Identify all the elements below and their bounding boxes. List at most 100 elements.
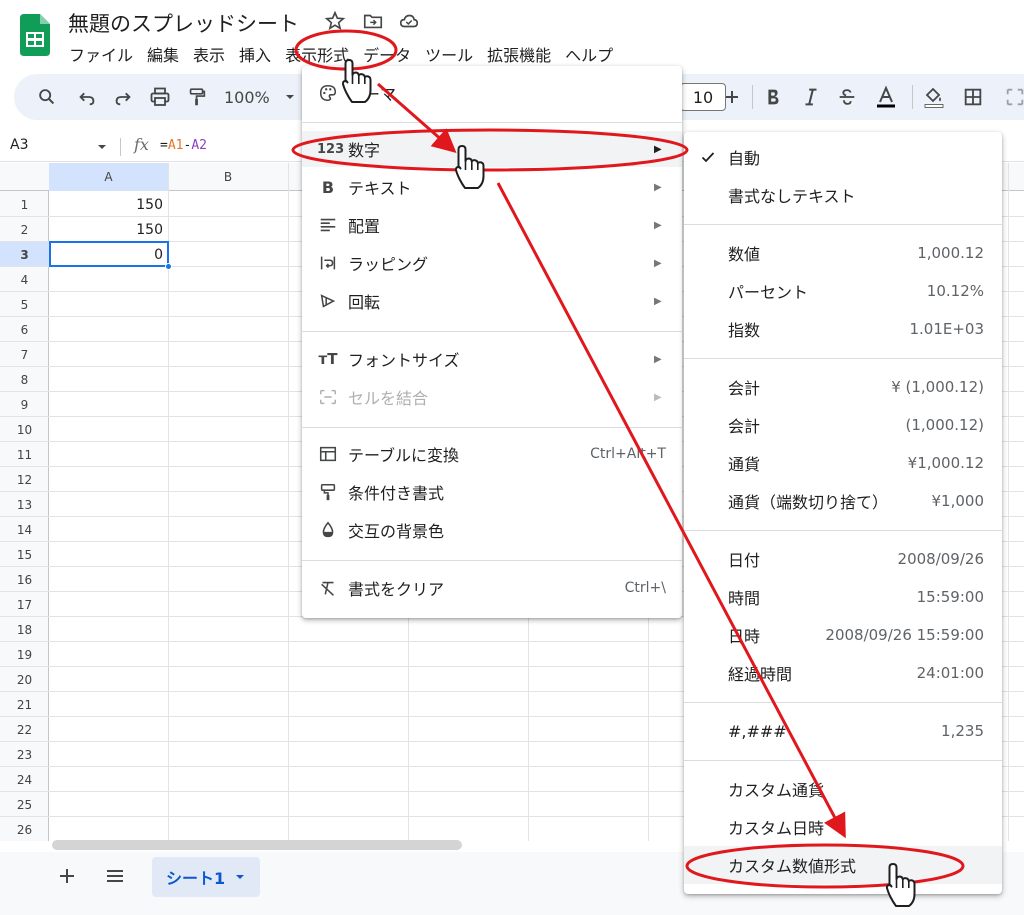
print-icon[interactable] bbox=[148, 84, 172, 110]
sheet-tab-dropdown-icon[interactable] bbox=[235, 872, 245, 882]
zoom-select[interactable]: 100% bbox=[224, 84, 270, 110]
cell-a1[interactable]: 150 bbox=[49, 197, 163, 213]
move-folder-icon[interactable] bbox=[362, 10, 384, 32]
all-sheets-icon[interactable] bbox=[104, 865, 126, 887]
number-format-currency[interactable]: 通貨 ¥1,000.12 bbox=[684, 444, 1002, 482]
number-format-number[interactable]: 数値 1,000.12 bbox=[684, 234, 1002, 272]
row-header[interactable]: 24 bbox=[0, 773, 49, 787]
bold-icon[interactable] bbox=[762, 84, 784, 110]
number-format-automatic[interactable]: 自動 bbox=[684, 138, 1002, 176]
row-header[interactable]: 11 bbox=[0, 448, 49, 462]
row-header[interactable]: 20 bbox=[0, 673, 49, 687]
row-header[interactable]: 26 bbox=[0, 823, 49, 837]
merge-cells-icon[interactable] bbox=[1004, 84, 1024, 110]
number-format-custom-datetime[interactable]: カスタム日時 bbox=[684, 808, 1002, 846]
undo-icon[interactable] bbox=[76, 84, 98, 110]
row-header[interactable]: 4 bbox=[0, 273, 49, 287]
format-menu-wrapping[interactable]: ラッピング ▶ bbox=[302, 245, 682, 281]
row-header[interactable]: 18 bbox=[0, 623, 49, 637]
row-header[interactable]: 16 bbox=[0, 573, 49, 587]
format-menu-alignment[interactable]: 配置 ▶ bbox=[302, 207, 682, 243]
menu-view[interactable]: 表示 bbox=[186, 40, 232, 66]
search-menus-icon[interactable] bbox=[36, 84, 58, 110]
borders-icon[interactable] bbox=[962, 84, 984, 110]
format-menu-rotation[interactable]: 回転 ▶ bbox=[302, 283, 682, 319]
number-format-percent[interactable]: パーセント 10.12% bbox=[684, 272, 1002, 310]
text-color-icon[interactable] bbox=[874, 84, 898, 110]
row-header[interactable]: 2 bbox=[0, 223, 49, 237]
row-header[interactable]: 15 bbox=[0, 548, 49, 562]
format-menu-font-size[interactable]: тT フォントサイズ ▶ bbox=[302, 341, 682, 377]
number-format-custom-currency[interactable]: カスタム通貨 bbox=[684, 770, 1002, 808]
redo-icon[interactable] bbox=[112, 84, 134, 110]
number-format-datetime[interactable]: 日時 2008/09/26 15:59:00 bbox=[684, 616, 1002, 654]
row-header[interactable]: 17 bbox=[0, 598, 49, 612]
row-header[interactable]: 13 bbox=[0, 498, 49, 512]
row-header[interactable]: 23 bbox=[0, 748, 49, 762]
number-format-scientific[interactable]: 指数 1.01E+03 bbox=[684, 310, 1002, 348]
menu-tools[interactable]: ツール bbox=[418, 40, 480, 66]
row-header[interactable]: 7 bbox=[0, 348, 49, 362]
increase-font-size-icon[interactable] bbox=[722, 84, 742, 110]
name-box[interactable]: A3 bbox=[10, 137, 28, 153]
paint-format-icon[interactable] bbox=[186, 84, 208, 110]
number-format-date[interactable]: 日付 2008/09/26 bbox=[684, 540, 1002, 578]
row-header[interactable]: 25 bbox=[0, 798, 49, 812]
cell-a2[interactable]: 150 bbox=[49, 222, 163, 238]
column-header-b[interactable]: B bbox=[168, 170, 288, 184]
row-header[interactable]: 21 bbox=[0, 698, 49, 712]
format-menu-theme[interactable]: テーマ bbox=[302, 75, 682, 111]
document-title[interactable]: 無題のスプレッドシート bbox=[68, 8, 299, 38]
row-header[interactable]: 8 bbox=[0, 373, 49, 387]
menu-insert[interactable]: 挿入 bbox=[232, 40, 278, 66]
row-header[interactable]: 5 bbox=[0, 298, 49, 312]
row-header[interactable]: 9 bbox=[0, 398, 49, 412]
format-menu-convert-to-table[interactable]: テーブルに変換 Ctrl+Alt+T bbox=[302, 436, 682, 472]
menu-format[interactable]: 表示形式 bbox=[278, 40, 356, 66]
name-box-dropdown-icon[interactable] bbox=[96, 141, 108, 153]
paint-format-icon bbox=[320, 483, 336, 501]
menu-extensions[interactable]: 拡張機能 bbox=[480, 40, 558, 66]
sheet-tab-active[interactable]: シート1 bbox=[152, 857, 260, 897]
number-format-time[interactable]: 時間 15:59:00 bbox=[684, 578, 1002, 616]
format-menu-text[interactable]: B テキスト ▶ bbox=[302, 169, 682, 205]
number-format-custom-number[interactable]: カスタム数値形式 bbox=[684, 846, 1002, 884]
row-header[interactable]: 19 bbox=[0, 648, 49, 662]
formula-input[interactable]: =A1-A2 bbox=[160, 138, 207, 153]
format-menu-alternating-colors[interactable]: 交互の背景色 bbox=[302, 512, 682, 548]
fill-color-icon[interactable] bbox=[922, 84, 946, 110]
fill-handle[interactable] bbox=[165, 263, 172, 270]
star-icon[interactable] bbox=[324, 10, 346, 32]
add-sheet-icon[interactable] bbox=[56, 865, 78, 887]
italic-icon[interactable] bbox=[800, 84, 822, 110]
format-menu-number[interactable]: 123 数字 ▶ bbox=[302, 131, 682, 167]
number-format-thousands[interactable]: #,### 1,235 bbox=[684, 712, 1002, 750]
row-header[interactable]: 1 bbox=[0, 198, 49, 212]
column-header-a[interactable]: A bbox=[49, 170, 168, 184]
format-menu-clear-formatting[interactable]: 書式をクリア Ctrl+\ bbox=[302, 570, 682, 606]
number-format-plain-text[interactable]: 書式なしテキスト bbox=[684, 176, 1002, 214]
menu-file[interactable]: ファイル bbox=[62, 40, 140, 66]
format-menu-convert-to-table-label: テーブルに変換 bbox=[348, 446, 460, 465]
row-header[interactable]: 3 bbox=[0, 248, 49, 262]
number-format-financial[interactable]: 会計 (1,000.12) bbox=[684, 406, 1002, 444]
cloud-saved-icon[interactable] bbox=[398, 10, 420, 32]
row-header[interactable]: 12 bbox=[0, 473, 49, 487]
row-header[interactable]: 10 bbox=[0, 423, 49, 437]
row-header[interactable]: 22 bbox=[0, 723, 49, 737]
horizontal-scrollbar[interactable] bbox=[52, 840, 462, 850]
format-menu-conditional-formatting[interactable]: 条件付き書式 bbox=[302, 474, 682, 510]
number-format-duration[interactable]: 経過時間 24:01:00 bbox=[684, 654, 1002, 692]
menu-help[interactable]: ヘルプ bbox=[558, 40, 620, 66]
number-format-label: カスタム日時 bbox=[728, 819, 825, 838]
menu-edit[interactable]: 編集 bbox=[140, 40, 186, 66]
row-header[interactable]: 14 bbox=[0, 523, 49, 537]
row-header[interactable]: 6 bbox=[0, 323, 49, 337]
number-format-currency-rounded[interactable]: 通貨（端数切り捨て） ¥1,000 bbox=[684, 482, 1002, 520]
sheets-logo-icon[interactable] bbox=[20, 14, 50, 56]
font-size-input[interactable]: 10 bbox=[680, 83, 726, 111]
number-format-accounting-yen[interactable]: 会計 ¥ (1,000.12) bbox=[684, 368, 1002, 406]
menu-data[interactable]: データ bbox=[356, 40, 418, 66]
zoom-dropdown-icon[interactable] bbox=[284, 84, 296, 110]
strikethrough-icon[interactable] bbox=[836, 84, 858, 110]
